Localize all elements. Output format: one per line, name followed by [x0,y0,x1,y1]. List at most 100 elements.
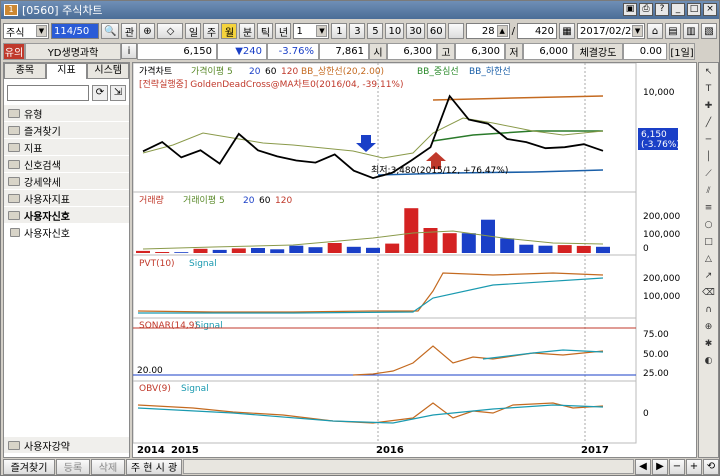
delete-button[interactable]: 삭제 [91,458,125,475]
period-year[interactable]: 년 [275,23,292,39]
minute-60[interactable]: 60 [426,23,446,39]
folder-icon [8,193,20,203]
sidebar-item-favorites[interactable]: 즐겨찾기 [4,122,129,139]
trend-icon[interactable]: ⟋ [700,167,717,182]
minute-10[interactable]: 10 [385,23,405,39]
scroll-right-icon[interactable]: ▶ [652,458,668,475]
vol-tick: 200,000 [643,212,680,222]
screen-icon[interactable]: ▣ [623,3,637,16]
legend-vol-20: 20 [243,196,255,206]
vline-icon[interactable]: │ [700,150,717,165]
sidebar-item-user-signal[interactable]: 사용자신호 [4,207,129,224]
line-icon[interactable]: ╱ [700,116,717,131]
high-value: 6,300 [455,42,505,60]
minute-1[interactable]: 1 [331,23,348,39]
zoom-in-icon[interactable]: + [686,458,702,475]
text-tool-icon[interactable]: T [700,82,717,97]
sidebar-item-indicators[interactable]: 지표 [4,139,129,156]
period-select[interactable]: 1 ▼ [293,23,330,39]
triangle-icon[interactable]: △ [700,252,717,267]
maximize-button[interactable]: □ [687,3,701,16]
date-input[interactable]: 2017/02/20 ▼ [577,23,646,39]
scrollbar[interactable] [183,459,634,474]
spin-icon: ▲ [496,25,508,37]
minute-3[interactable]: 3 [349,23,366,39]
tab-stocks[interactable]: 종목 [4,63,46,79]
zoom-icon[interactable]: ⊕ [700,320,717,335]
price-tick: 10,000 [643,88,675,98]
settings-icon[interactable]: ⊕ [139,23,156,39]
arrow-icon[interactable]: ↗ [700,269,717,284]
search-input[interactable] [7,85,89,101]
market-select[interactable]: 주식 ▼ [3,23,49,39]
expand-icon[interactable]: ⇲ [110,85,126,101]
search-icon[interactable]: 🔍 [101,23,120,39]
grid-icon[interactable]: ▥ [683,23,700,39]
cross-icon[interactable]: ✚ [700,99,717,114]
scroll-left-icon[interactable]: ◀ [635,458,651,475]
color-icon[interactable]: ◐ [700,354,717,369]
minute-30[interactable]: 30 [406,23,425,39]
calendar-icon[interactable]: ▦ [559,23,576,39]
count-input[interactable]: 28 ▲ [465,23,510,39]
vol-tick: 100,000 [643,230,680,240]
period-week[interactable]: 주 [203,23,220,39]
sidebar-item-signal-search[interactable]: 신호검색 [4,156,129,173]
sidebar-subitem-user-signal[interactable]: 사용자신호 [4,224,129,241]
volume-bar [557,245,572,253]
sidebar-item-user-indicator[interactable]: 사용자지표 [4,190,129,207]
settings-icon[interactable]: ✱ [700,337,717,352]
eraser-icon[interactable]: ⌫ [700,286,717,301]
reset-icon[interactable]: ⟲ [703,458,719,475]
stock-code-input[interactable]: 114/50 [51,23,99,39]
folder-icon [8,125,20,135]
sidebar-item-type[interactable]: 유형 [4,105,129,122]
period-tick[interactable]: 틱 [257,23,274,39]
magnet-icon[interactable]: ∩ [700,303,717,318]
close-button[interactable]: × [703,3,717,16]
tab-indicators[interactable]: 지표 [45,63,88,79]
info-button[interactable]: i [121,43,137,59]
volume-bar [327,243,342,253]
volume-bar [212,249,227,253]
hline-icon[interactable]: ─ [700,133,717,148]
period-day[interactable]: 일 [185,23,202,39]
period-month[interactable]: 월 [221,23,238,39]
sidebar-item-user-strength[interactable]: 사용자강약 [4,437,129,454]
tab-systems[interactable]: 시스템 [87,63,130,79]
cursor-icon[interactable]: ↖ [700,65,717,80]
period-minute[interactable]: 분 [239,23,256,39]
minute-5[interactable]: 5 [367,23,384,39]
favorites-button[interactable]: 즐겨찾기 [3,458,55,475]
total-input[interactable]: 420 [517,23,558,39]
legend-120: 120 [281,67,298,77]
fibo-icon[interactable]: ≡ [700,201,717,216]
x-label: 2016 [376,445,404,456]
channel-icon[interactable]: ⫽ [700,184,717,199]
strength-label: 체결강도 [573,42,623,60]
sidebar-item-bull-bear[interactable]: 강세약세 [4,173,129,190]
view-tabs[interactable]: 주 현 시 광 [126,458,182,475]
zoom-out-icon[interactable]: − [669,458,685,475]
blank-button[interactable] [447,23,464,39]
legend-bb-mid: BB_중심선 [417,66,459,77]
chevron-down-icon: ▼ [316,25,328,37]
rect-icon[interactable]: □ [700,235,717,250]
related-button[interactable]: 관 [121,23,138,39]
stepper-updown[interactable]: ◇ [157,23,184,39]
minimize-button[interactable]: _ [671,3,685,16]
table-icon[interactable]: ▤ [665,23,682,39]
x-label: 2014 [137,445,165,456]
legend-bb-upper: BB_상한선(20,2.00) [301,66,384,77]
register-button[interactable]: 등록 [56,458,90,475]
refresh-icon[interactable]: ⟳ [92,85,108,101]
stoch-tick: 75.00 [643,330,669,340]
circle-icon[interactable]: ○ [700,218,717,233]
print-icon[interactable]: ⎙ [639,3,653,16]
chart-area[interactable]: 가격차트 가격이평 5 20 60 120 BB_상한선(20,2.00) BB… [132,62,697,458]
chevron-down-icon: ▼ [36,25,47,37]
home-icon[interactable]: ⌂ [647,23,664,39]
layout-icon[interactable]: ▧ [701,23,718,39]
help-icon[interactable]: ? [655,3,669,16]
volume-bar [289,245,304,253]
